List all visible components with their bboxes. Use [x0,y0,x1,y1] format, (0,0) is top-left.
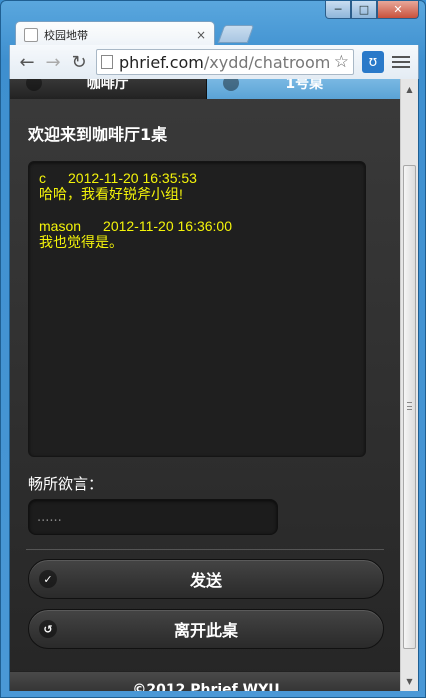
scroll-down-arrow-icon[interactable]: ▼ [401,673,418,689]
nav-tab-label: 1号桌 [285,79,324,92]
message-text: 哈哈，我看好锐斧小组! [39,186,183,202]
star-circle-icon [222,79,239,91]
page-icon [101,55,113,69]
minimize-button[interactable]: ─ [325,1,351,19]
tab-strip: 校园地带 × [9,19,419,47]
new-tab-button[interactable] [217,25,255,43]
address-bar[interactable]: phrief.com/xydd/chatroom ☆ [96,49,354,75]
browser-tab[interactable]: 校园地带 × [15,21,215,47]
browser-window: ─ □ ✕ 校园地带 × ← → ↻ phrief.com/xydd/chatr… [0,0,426,698]
extension-icon[interactable]: ʊ [362,51,384,73]
leave-button-label: 离开此桌 [173,621,238,640]
divider [26,549,384,550]
back-circle-icon [26,79,42,91]
back-arrow-icon[interactable]: ← [14,49,40,75]
top-navbar: 咖啡厅 1号桌 [10,79,402,99]
scroll-up-arrow-icon[interactable]: ▲ [401,81,418,97]
chat-message: c 2012-11-20 16:35:53 哈哈，我看好锐斧小组! [39,170,355,202]
bookmark-star-icon[interactable]: ☆ [334,52,349,72]
scroll-thumb[interactable] [403,165,416,649]
chat-log[interactable]: c 2012-11-20 16:35:53 哈哈，我看好锐斧小组! mason 20… [28,161,366,457]
browser-toolbar: ← → ↻ phrief.com/xydd/chatroom ☆ ʊ [9,45,419,79]
message-time: 2012-11-20 16:35:53 [68,170,197,186]
check-icon: ✓ [39,570,57,588]
message-user: c [39,170,46,186]
leave-table-button[interactable]: ↺ 离开此桌 [28,609,384,649]
page-footer: ©2012 Phrief WYU [10,671,402,691]
maximize-button[interactable]: □ [351,1,377,19]
nav-tab-table[interactable]: 1号桌 [206,79,402,99]
message-user: mason [39,218,82,234]
forward-arrow-icon[interactable]: → [40,49,66,75]
page-viewport: 咖啡厅 1号桌 欢迎来到咖啡厅1桌 c 2012-11-20 16:35:53 哈… [9,79,419,691]
reload-icon[interactable]: ↻ [66,49,92,75]
message-text: 我也觉得是。 [39,234,123,250]
nav-tab-label: 咖啡厅 [86,79,129,92]
vertical-scrollbar[interactable]: ▲ ▼ [400,79,418,691]
send-button[interactable]: ✓ 发送 [28,559,384,599]
page-body: 咖啡厅 1号桌 欢迎来到咖啡厅1桌 c 2012-11-20 16:35:53 哈… [10,79,402,691]
url-text: phrief.com/xydd/chatroom [119,52,331,72]
tab-close-icon[interactable]: × [196,28,206,42]
menu-icon[interactable] [392,56,410,68]
message-input-label: 畅所欲言： [28,475,104,493]
message-input[interactable] [28,499,278,535]
page-favicon-icon [24,27,38,42]
message-time: 2012-11-20 16:36:00 [103,218,232,234]
page-title: 欢迎来到咖啡厅1桌 [28,125,168,144]
back-arrow-icon: ↺ [39,620,57,638]
send-button-label: 发送 [189,571,222,590]
close-window-button[interactable]: ✕ [377,1,419,19]
window-controls: ─ □ ✕ [325,1,419,19]
nav-tab-cafe[interactable]: 咖啡厅 [10,79,207,99]
tab-title: 校园地带 [44,28,88,42]
chat-message: mason 2012-11-20 16:36:00 我也觉得是。 [39,218,355,250]
